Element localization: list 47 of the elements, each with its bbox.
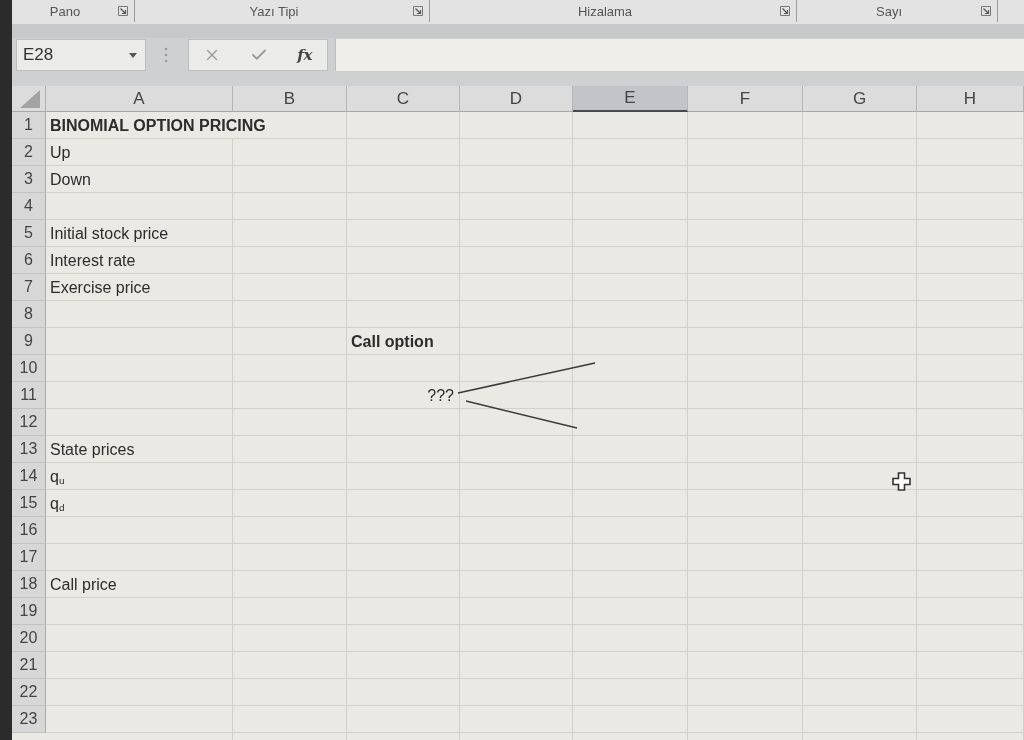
formula-input[interactable]: [335, 39, 1024, 71]
row-header[interactable]: 21: [12, 652, 46, 679]
row-header[interactable]: 10: [12, 355, 46, 382]
row-header[interactable]: 14: [12, 463, 46, 490]
column-header[interactable]: G: [803, 86, 917, 112]
dialog-launcher-icon[interactable]: [118, 6, 128, 16]
row-header[interactable]: 13: [12, 436, 46, 463]
row-header[interactable]: 23: [12, 706, 46, 733]
row-header[interactable]: 17: [12, 544, 46, 571]
column-header[interactable]: A: [46, 86, 233, 112]
column-header[interactable]: C: [347, 86, 460, 112]
insert-function-button[interactable]: fx: [297, 46, 313, 64]
row-header[interactable]: 3: [12, 166, 46, 193]
row-header[interactable]: 5: [12, 220, 46, 247]
row-header[interactable]: 6: [12, 247, 46, 274]
cross-cursor-icon: [892, 472, 911, 491]
ribbon-group-label: Sayı: [875, 3, 903, 19]
dialog-launcher-icon[interactable]: [981, 6, 991, 16]
ribbon-group-label: Hizalama: [576, 3, 634, 19]
row-header[interactable]: 20: [12, 625, 46, 652]
name-box-value: E28: [23, 45, 54, 65]
row-header[interactable]: 2: [12, 139, 46, 166]
column-header[interactable]: B: [233, 86, 347, 112]
row-header[interactable]: 22: [12, 679, 46, 706]
row-header[interactable]: 15: [12, 490, 46, 517]
triangle-icon: [20, 90, 40, 108]
column-header[interactable]: E: [573, 86, 688, 112]
row-header[interactable]: 4: [12, 193, 46, 220]
row-header[interactable]: 9: [12, 328, 46, 355]
dialog-launcher-icon[interactable]: [413, 6, 423, 16]
column-header[interactable]: D: [460, 86, 573, 112]
row-header[interactable]: 16: [12, 517, 46, 544]
ribbon-group-label: Yazı Tipi: [248, 3, 300, 19]
caret-down-icon[interactable]: [129, 52, 137, 58]
row-header[interactable]: 7: [12, 274, 46, 301]
row-header[interactable]: 19: [12, 598, 46, 625]
name-box[interactable]: E28: [16, 39, 146, 71]
column-header[interactable]: H: [917, 86, 1024, 112]
row-header[interactable]: 12: [12, 409, 46, 436]
row-header[interactable]: 1: [12, 112, 46, 139]
dialog-launcher-icon[interactable]: [780, 6, 790, 16]
row-header[interactable]: 18: [12, 571, 46, 598]
row-header[interactable]: 11: [12, 382, 46, 409]
drag-handle-icon[interactable]: [164, 47, 168, 63]
column-header[interactable]: F: [688, 86, 803, 112]
ribbon-group-label: Pano: [48, 3, 82, 19]
row-header[interactable]: 8: [12, 301, 46, 328]
